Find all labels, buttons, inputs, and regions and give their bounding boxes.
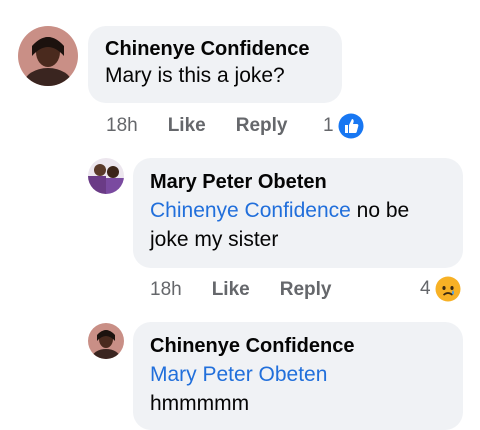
- like-button[interactable]: Like: [212, 279, 250, 301]
- reaction-count: 4: [420, 278, 431, 299]
- mention-link[interactable]: Mary Peter Obeten: [150, 363, 327, 386]
- reply-button[interactable]: Reply: [280, 279, 332, 301]
- comment-text: no be: [350, 199, 410, 222]
- comment-text-line2: joke my sister: [150, 228, 279, 251]
- reaction-summary[interactable]: 1: [323, 113, 364, 139]
- comment-3: Chinenye Confidence Mary Peter Obeten hm…: [0, 305, 480, 430]
- comment-actions: 18h Like Reply: [106, 115, 317, 137]
- reaction-count: 1: [323, 115, 334, 136]
- comment-author[interactable]: Chinenye Confidence: [105, 37, 342, 61]
- comment-text: hmmmmm: [150, 392, 250, 415]
- comment-1: Chinenye Confidence Mary is this a joke?…: [0, 0, 480, 145]
- reaction-summary[interactable]: 4: [420, 276, 461, 302]
- avatar[interactable]: [88, 323, 124, 359]
- comment-bubble: Chinenye Confidence Mary is this a joke?: [88, 26, 342, 103]
- reply-button[interactable]: Reply: [236, 115, 288, 137]
- comment-actions: 18h Like Reply: [150, 279, 361, 301]
- comment-2: Mary Peter Obeten Chinenye Confidence no…: [0, 145, 480, 305]
- comment-author[interactable]: Mary Peter Obeten: [150, 170, 463, 194]
- avatar[interactable]: [88, 158, 124, 194]
- comment-author[interactable]: Chinenye Confidence: [150, 334, 463, 358]
- like-button[interactable]: Like: [168, 115, 206, 137]
- avatar[interactable]: [18, 26, 78, 86]
- comment-text: Mary is this a joke?: [105, 64, 285, 87]
- comment-bubble: Chinenye Confidence Mary Peter Obeten hm…: [133, 322, 463, 430]
- comment-bubble: Mary Peter Obeten Chinenye Confidence no…: [133, 158, 463, 268]
- comment-time: 18h: [150, 279, 182, 300]
- mention-link[interactable]: Chinenye Confidence: [150, 199, 351, 222]
- sad-reaction-icon: [435, 276, 461, 302]
- like-reaction-icon: [338, 113, 364, 139]
- comment-time: 18h: [106, 115, 138, 136]
